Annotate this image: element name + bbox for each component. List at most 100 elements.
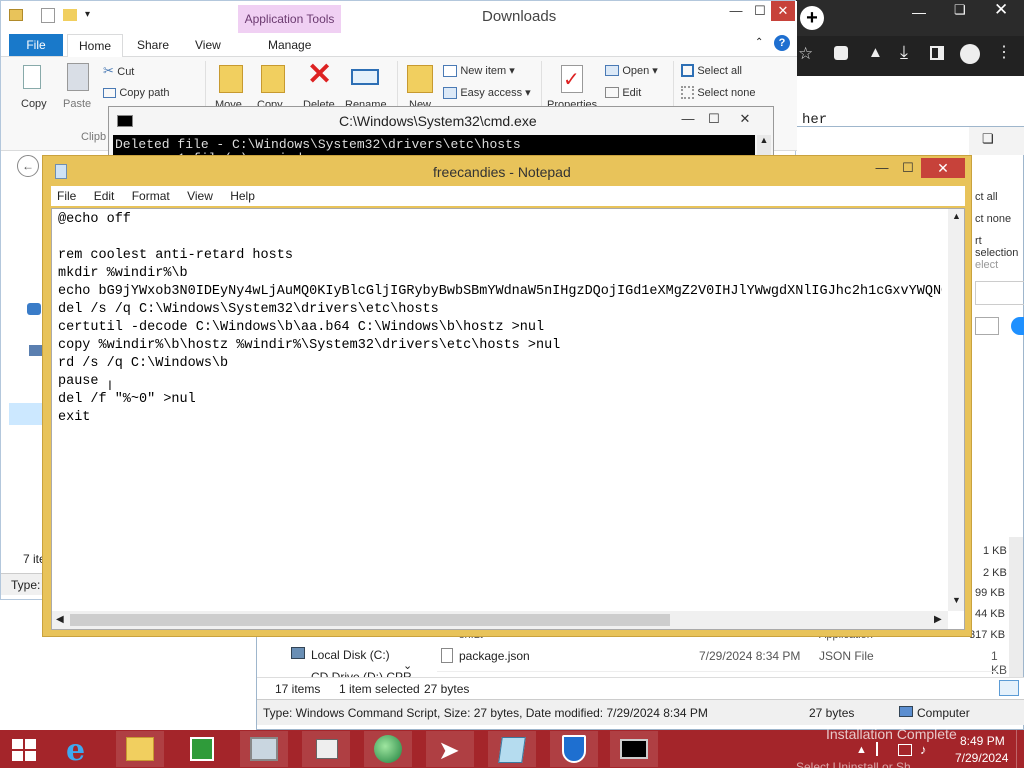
profile-icon[interactable] (960, 44, 980, 64)
explorer-close-icon[interactable]: ✕ (771, 1, 795, 21)
status-selected: 1 item selected (339, 682, 420, 696)
qat-dropdown-icon[interactable]: ▾ (85, 9, 90, 20)
menu-help[interactable]: Help (230, 189, 255, 203)
nav-local-disk[interactable]: Local Disk (C:) (311, 648, 390, 662)
taskbar-app[interactable] (302, 731, 350, 767)
folder-icon (9, 9, 23, 21)
copy-path-button[interactable]: Copy path (103, 85, 170, 99)
browser-minimize-icon[interactable]: — (912, 4, 932, 20)
tab-share[interactable]: Share (137, 38, 169, 52)
file-size: 99 KB (975, 587, 1005, 599)
tray-flag-icon[interactable] (876, 742, 888, 756)
new-tab-button[interactable]: + (800, 6, 824, 30)
paste-label: Paste (63, 98, 92, 110)
taskbar-globe[interactable] (364, 731, 412, 767)
edit-pencil-icon (605, 87, 619, 99)
browser-close-icon[interactable]: ✕ (994, 0, 1014, 20)
easy-access-button[interactable]: Easy access ▾ (443, 85, 531, 99)
text-cursor-icon: I (108, 377, 112, 393)
star-icon[interactable]: ☆ (798, 44, 813, 64)
properties-qat-icon[interactable] (41, 8, 55, 23)
taskbar-notepad[interactable] (488, 731, 536, 767)
explorer2-select-none[interactable]: ct none (975, 213, 1011, 225)
taskbar-adobe[interactable]: ➤ (426, 731, 474, 767)
cmd-close-icon[interactable]: ✕ (725, 109, 765, 129)
lab-icon[interactable]: ▲ (868, 44, 883, 61)
sidepanel-icon[interactable] (930, 46, 944, 60)
installation-toast[interactable]: Installation Complete (826, 726, 957, 742)
scroll-right-icon[interactable]: ▶ (934, 614, 942, 625)
ribbon-collapse-icon[interactable]: ⌃ (755, 37, 763, 48)
edit-button[interactable]: Edit (605, 85, 641, 99)
menu-edit[interactable]: Edit (94, 189, 115, 203)
horizontal-scrollbar[interactable]: ◀ ▶ (52, 611, 948, 629)
menu-file[interactable]: File (57, 189, 76, 203)
copy-button[interactable]: Copy (17, 61, 53, 113)
explorer2-preview-icon[interactable] (975, 317, 999, 335)
explorer-minimize-icon[interactable]: — (723, 1, 749, 21)
open-button[interactable]: Open ▾ (605, 63, 658, 77)
newfolder-qat-icon[interactable] (63, 9, 77, 21)
scroll-down-icon[interactable]: ▼ (952, 595, 961, 605)
json-file-icon (441, 648, 453, 663)
clock-date[interactable]: 7/29/2024 (955, 751, 1008, 765)
browser-restore-icon[interactable]: ❏ (954, 2, 974, 18)
tab-view[interactable]: View (195, 38, 221, 52)
explorer2-select-all[interactable]: ct all (975, 191, 998, 203)
new-item-button[interactable]: New item ▾ (443, 63, 515, 77)
tab-file[interactable]: File (9, 34, 63, 56)
scroll-thumb[interactable] (70, 614, 670, 626)
tray-network-icon[interactable] (898, 744, 912, 756)
scroll-up-icon[interactable]: ▲ (952, 211, 961, 221)
vertical-scrollbar[interactable]: ▲ ▼ (948, 209, 964, 611)
cut-button[interactable]: ✂ Cut (103, 63, 134, 79)
start-button[interactable] (0, 731, 48, 767)
extensions-icon[interactable] (834, 46, 848, 60)
menu-format[interactable]: Format (132, 189, 170, 203)
nav-pane (1, 181, 45, 581)
scroll-left-icon[interactable]: ◀ (56, 614, 64, 625)
taskbar-store[interactable] (178, 731, 226, 767)
select-none-button[interactable]: Select none (681, 85, 755, 100)
status-size: 27 bytes (424, 682, 470, 696)
explorer2-search-box[interactable] (975, 281, 1024, 305)
table-row[interactable]: package.json 7/29/2024 8:34 PM JSON File… (437, 645, 1007, 677)
tray-up-icon[interactable]: ▲ (856, 744, 867, 756)
taskbar-defender[interactable] (550, 731, 598, 767)
taskbar-photos[interactable] (240, 731, 288, 767)
browser-toolbar (796, 36, 1024, 76)
taskbar-ie[interactable]: e (56, 731, 104, 768)
browser-menu-icon[interactable]: ⋮ (996, 42, 1012, 62)
details-size: 27 bytes (809, 706, 855, 720)
details-text: Type: Windows Command Script, Size: 27 b… (263, 706, 708, 720)
back-button[interactable]: ← (17, 155, 39, 177)
notepad-maximize-icon[interactable]: ☐ (895, 158, 921, 178)
explorer-maximize-icon[interactable]: ☐ (747, 1, 773, 21)
explorer2-help-icon[interactable] (1011, 317, 1024, 335)
clock-time[interactable]: 8:49 PM (960, 734, 1005, 748)
cmd-maximize-icon[interactable]: ☐ (701, 109, 727, 129)
code-line: rem coolest anti-retard hosts (58, 248, 293, 263)
copy-icon (23, 65, 41, 89)
tab-home[interactable]: Home (67, 34, 123, 58)
details-view-icon[interactable] (999, 680, 1019, 696)
taskbar-cmd[interactable] (610, 731, 658, 767)
notepad-editor[interactable]: @echo off rem coolest anti-retard hosts … (51, 208, 965, 630)
notepad-close-icon[interactable]: ✕ (921, 158, 965, 178)
nav-selected-item[interactable] (9, 403, 45, 425)
cmd-minimize-icon[interactable]: — (675, 109, 701, 129)
paste-button[interactable]: Paste (61, 61, 97, 113)
help-icon[interactable]: ? (774, 35, 790, 51)
select-all-button[interactable]: Select all (681, 63, 742, 78)
nav-expand-icon[interactable]: ⌄ (403, 659, 412, 672)
download-icon[interactable]: ⤓ (900, 42, 908, 63)
taskbar-explorer[interactable] (116, 731, 164, 767)
tab-manage[interactable]: Manage (268, 38, 311, 52)
menu-view[interactable]: View (187, 189, 213, 203)
explorer2-restore-icon[interactable]: ❏ (982, 131, 994, 147)
tray-volume-icon[interactable]: ♪ (920, 742, 927, 757)
show-desktop-button[interactable] (1016, 730, 1024, 768)
explorer2-invert-selection[interactable]: rt selection (975, 235, 1023, 259)
notepad-minimize-icon[interactable]: — (869, 158, 895, 178)
